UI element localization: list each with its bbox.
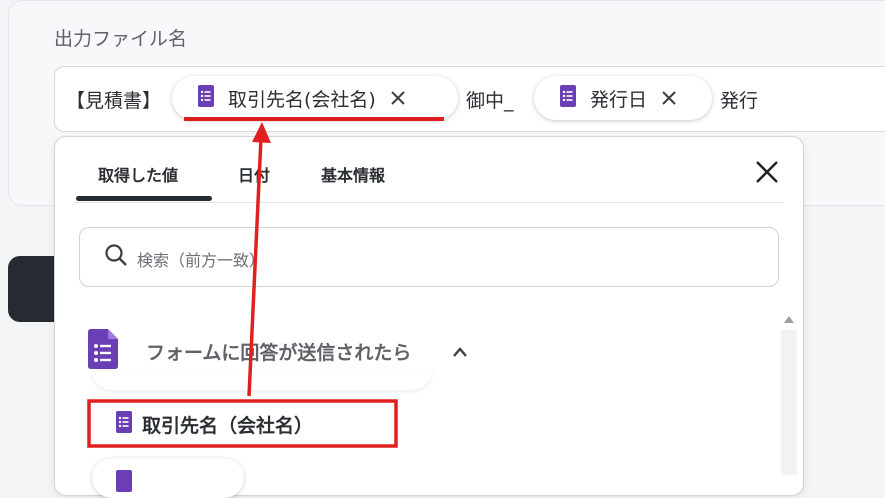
chip-label: 発行日 [590,88,648,111]
google-forms-icon [198,85,214,111]
chevron-up-icon[interactable] [452,343,468,362]
close-icon[interactable] [390,90,406,106]
filename-prefix-text: 【見積書】 [66,90,162,112]
search-placeholder: 検索（前方一致） [137,251,266,270]
list-item-label: 取引先名（会社名） [142,414,314,437]
tabs-divider [74,202,784,203]
filename-middle-text: 御中_ [466,90,514,112]
list-item-partial[interactable] [92,458,244,498]
filename-suffix-text: 発行 [720,90,759,112]
active-tab-indicator [76,196,212,201]
google-forms-icon [88,329,118,373]
scrollbar[interactable] [781,330,797,475]
tab-acquired-values[interactable]: 取得した値 [98,162,178,186]
google-forms-icon [116,411,132,437]
field-label: 出力ファイル名 [54,28,188,50]
variable-chip-company-name[interactable]: 取引先名(会社名) [172,76,458,120]
close-icon[interactable] [661,90,677,106]
section-title[interactable]: フォームに回答が送信されたら [146,338,411,365]
close-icon[interactable] [754,159,780,185]
chip-label: 取引先名(会社名) [228,88,376,111]
search-icon [104,243,128,271]
tab-basic-info[interactable]: 基本情報 [321,162,385,186]
scroll-up-icon[interactable] [784,316,794,323]
variable-chip-issue-date[interactable]: 発行日 [534,76,712,120]
list-item-partial [92,370,432,390]
list-item-company-name[interactable]: 取引先名（会社名） [92,399,392,449]
google-forms-icon [116,470,132,496]
tab-date[interactable]: 日付 [238,162,270,186]
google-forms-icon [560,85,576,111]
